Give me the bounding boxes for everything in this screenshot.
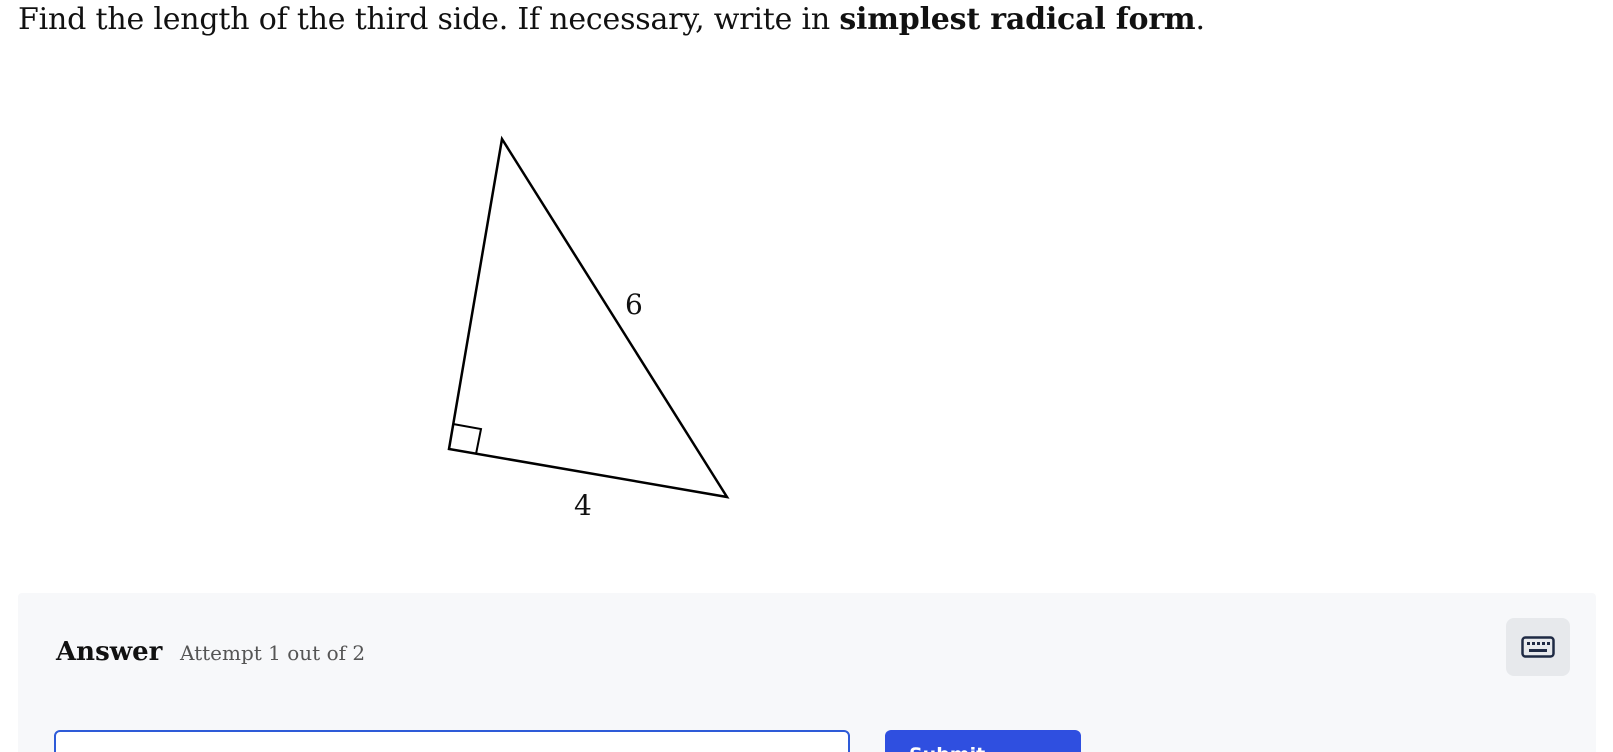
triangle-diagram: 6 4 (447, 135, 730, 522)
answer-heading: Answer (56, 637, 163, 667)
triangle-shape (447, 135, 730, 499)
keyboard-button[interactable] (1506, 618, 1570, 676)
hypotenuse-label: 6 (625, 288, 643, 321)
answer-input[interactable] (54, 730, 850, 752)
leg-label: 4 (574, 489, 592, 522)
attempt-counter: Attempt 1 out of 2 (180, 641, 366, 665)
keyboard-icon (1521, 636, 1555, 658)
submit-answer-button[interactable]: Submit Answer (885, 730, 1081, 752)
answer-panel: Answer Attempt 1 out of 2 Submit Answer (18, 593, 1596, 752)
